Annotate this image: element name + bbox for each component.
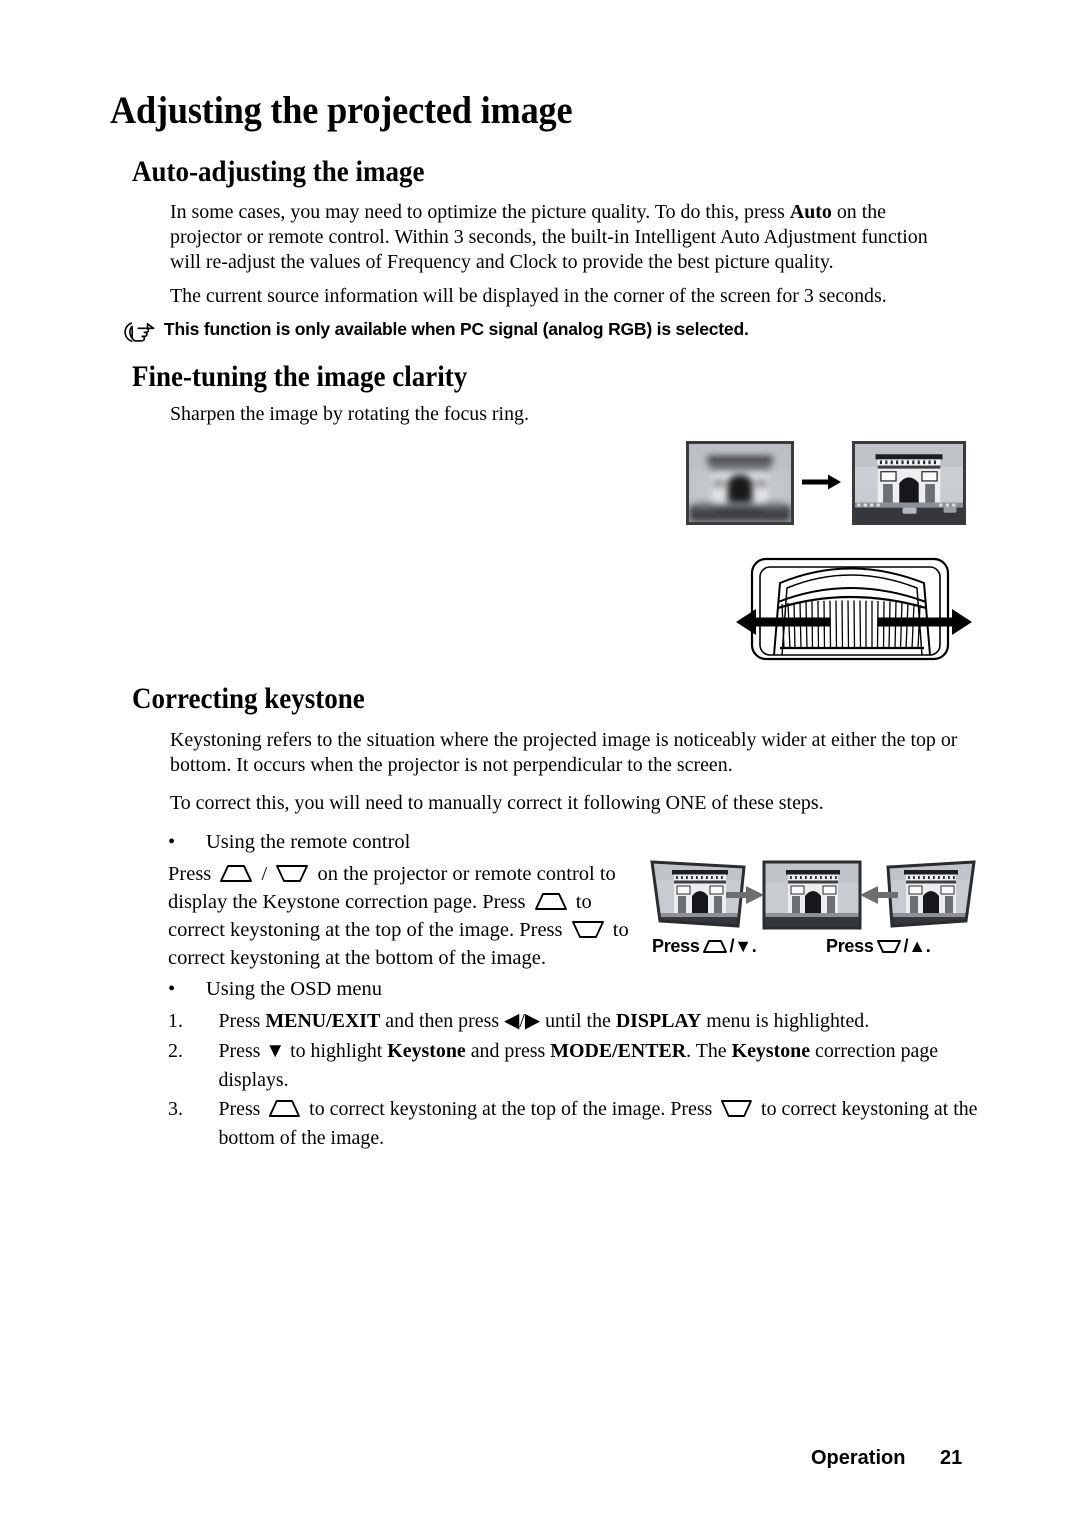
keystone-caption-left: Press/▼. (652, 936, 757, 959)
step1-text-2: and then press (380, 1010, 505, 1032)
remote-text-2: / (256, 863, 273, 885)
keystone-caption-right: Press/▲. (826, 936, 931, 959)
menu-exit-button-name: MENU/EXIT (265, 1010, 381, 1032)
figure-focus-ring (734, 556, 974, 664)
step1-text-3: until the (540, 1010, 616, 1032)
document-page: Adjusting the projected image Auto-adjus… (0, 0, 1080, 1529)
keystone-up-icon (702, 938, 728, 959)
step-text: Press to correct keystoning at the top o… (218, 1095, 984, 1153)
step-number: 3. (168, 1098, 183, 1120)
remote-control-instructions: Press / on the projector or remote contr… (168, 860, 638, 972)
step3-text-2: to correct keystoning at the top of the … (304, 1098, 718, 1120)
mode-enter-button-name: MODE/ENTER (550, 1040, 687, 1062)
caption-right-suffix: . (925, 936, 931, 956)
step1-text-4: menu is highlighted. (701, 1010, 870, 1032)
figure-focus-before-after (686, 441, 966, 527)
keystone-menu-name-2: Keystone (731, 1040, 811, 1062)
arrow-right-icon (802, 474, 842, 490)
page-title: Adjusting the projected image (110, 89, 573, 132)
triangle-down-icon: ▼ (265, 1040, 286, 1062)
auto-adjust-paragraph-1: In some cases, you may need to optimize … (170, 200, 956, 275)
step1-text-1: Press (218, 1010, 266, 1032)
keystone-menu-name: Keystone (387, 1040, 466, 1062)
fine-tuning-paragraph: Sharpen the image by rotating the focus … (170, 403, 529, 425)
auto-adjust-paragraph-2: The current source information will be d… (170, 285, 887, 307)
keystone-down-icon (571, 919, 605, 939)
section-heading-fine-tuning: Fine-tuning the image clarity (132, 360, 468, 393)
note-callout: This function is only available when PC … (122, 318, 749, 345)
triangle-down-icon: ▼ (734, 936, 752, 956)
bullet-dot-icon: • (168, 831, 176, 853)
section-heading-auto-adjust: Auto-adjusting the image (132, 155, 425, 188)
bullet-dot-icon: • (168, 978, 176, 1000)
step-text: Press MENU/EXIT and then press ◀/▶ until… (218, 1007, 984, 1036)
step2-text-3: and press (465, 1040, 551, 1062)
auto-adjust-text-a: In some cases, you may need to optimize … (170, 201, 790, 223)
step2-text-1: Press (218, 1040, 266, 1062)
step-text: Press ▼ to highlight Keystone and press … (218, 1037, 984, 1095)
list-item: 1. Press MENU/EXIT and then press ◀/▶ un… (168, 1007, 985, 1036)
caption-right-prefix: Press (826, 936, 874, 956)
display-menu-name: DISPLAY (615, 1010, 702, 1032)
figure-keystone-correction: Press/▼. Press/▲. (648, 858, 978, 968)
footer-page-number: 21 (940, 1447, 963, 1469)
bullet-remote-label: Using the remote control (206, 831, 411, 853)
auto-button-name: Auto (789, 201, 832, 223)
remote-text-1: Press (168, 863, 217, 885)
footer-section-label: Operation (811, 1447, 906, 1469)
keystone-down-icon (275, 863, 309, 883)
sharp-arc-image (852, 441, 966, 525)
caption-left-prefix: Press (652, 936, 700, 956)
keystone-down-icon (876, 938, 902, 959)
step2-text-4: . The (686, 1040, 732, 1062)
keystone-up-icon (534, 891, 568, 911)
pointing-hand-icon (122, 319, 156, 345)
step2-text-2: to highlight (285, 1040, 388, 1062)
keystone-paragraph-1: Keystoning refers to the situation where… (170, 729, 958, 776)
step-number: 2. (168, 1040, 183, 1062)
bullet-using-osd-menu: • Using the OSD menu (168, 977, 382, 1002)
bullet-using-remote-control: • Using the remote control (168, 830, 410, 855)
keystone-paragraph-2: To correct this, you will need to manual… (170, 792, 824, 814)
caption-left-suffix: . (751, 936, 757, 956)
blurry-arc-image (686, 441, 794, 525)
list-item: 3. Press to correct keystoning at the to… (168, 1095, 985, 1153)
list-item: 2. Press ▼ to highlight Keystone and pre… (168, 1037, 985, 1095)
keystone-up-icon (268, 1098, 301, 1118)
step3-text-1: Press (218, 1098, 266, 1120)
keystone-down-icon (720, 1098, 753, 1118)
note-text: This function is only available when PC … (164, 319, 749, 339)
step-number: 1. (168, 1010, 183, 1032)
bullet-osd-label: Using the OSD menu (206, 978, 382, 1000)
keystone-up-icon (219, 863, 253, 883)
left-right-arrow-icons: ◀/▶ (504, 1010, 541, 1032)
section-heading-correcting-keystone: Correcting keystone (132, 682, 365, 715)
triangle-up-icon: ▲ (908, 936, 926, 956)
